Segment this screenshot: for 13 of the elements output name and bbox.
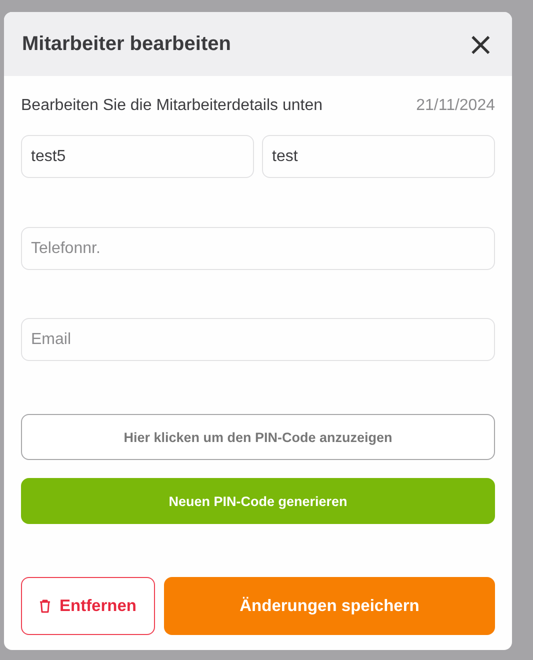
- date-text: 21/11/2024: [416, 97, 495, 115]
- save-button[interactable]: Änderungen speichern: [164, 577, 495, 635]
- name-field[interactable]: test5: [21, 135, 254, 178]
- name-field[interactable]: test: [262, 135, 495, 178]
- trash-icon: [39, 599, 52, 613]
- input-field[interactable]: Telefonnr.: [21, 227, 495, 270]
- remove-button[interactable]: Entfernen: [21, 577, 155, 635]
- dialog-title: Mitarbeiter bearbeiten: [22, 32, 231, 56]
- show-pin-button[interactable]: Hier klicken um den PIN-Code anzuzeigen: [21, 414, 495, 460]
- close-button[interactable]: ×: [467, 31, 494, 57]
- input-field[interactable]: Email: [21, 318, 495, 361]
- subtitle: Bearbeiten Sie die Mitarbeiterdetails unten: [21, 97, 323, 115]
- generate-pin-button[interactable]: Neuen PIN-Code generieren: [21, 478, 495, 524]
